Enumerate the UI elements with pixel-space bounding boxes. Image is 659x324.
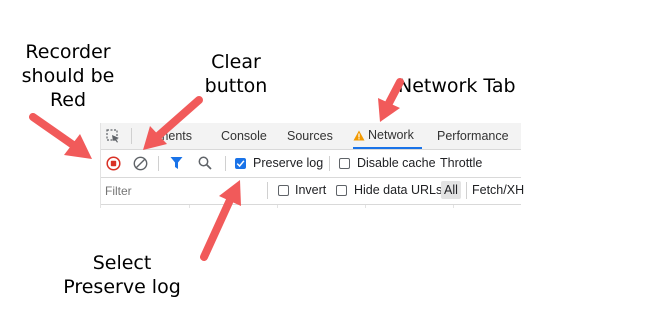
preserve-log-label[interactable]: Preserve log bbox=[253, 155, 323, 171]
annotation-network-tab: Network Tab bbox=[398, 75, 516, 97]
timeline-gridline bbox=[365, 205, 366, 208]
tab-network-label: Network bbox=[368, 128, 414, 142]
filter-divider-2 bbox=[466, 182, 467, 199]
tab-bar-divider bbox=[131, 128, 132, 144]
toolbar-divider-1 bbox=[158, 156, 159, 171]
devtools-tab-bar: ements Console Sources Network Performan… bbox=[101, 123, 521, 150]
recorder-arrow bbox=[29, 113, 92, 159]
tab-console[interactable]: Console bbox=[221, 123, 267, 149]
filter-all-button[interactable]: All bbox=[441, 181, 461, 199]
filter-input[interactable] bbox=[103, 182, 267, 199]
filter-bar: Invert Hide data URLs All Fetch/XH bbox=[101, 178, 524, 205]
tab-sources[interactable]: Sources bbox=[287, 123, 333, 149]
disable-cache-checkbox[interactable] bbox=[339, 158, 350, 169]
invert-label[interactable]: Invert bbox=[295, 182, 326, 198]
timeline-gridline bbox=[189, 205, 190, 208]
check-icon bbox=[236, 160, 245, 168]
hide-data-urls-checkbox[interactable] bbox=[336, 185, 347, 196]
tab-performance[interactable]: Performance bbox=[437, 123, 509, 149]
annotation-clear: Clear button bbox=[204, 51, 268, 97]
toolbar-divider-3 bbox=[329, 156, 330, 171]
annotation-recorder: Recorder should be Red bbox=[21, 41, 115, 111]
timeline-gridline bbox=[277, 205, 278, 208]
filter-fetch-xhr-button[interactable]: Fetch/XH bbox=[472, 182, 524, 198]
tab-network[interactable]: Network bbox=[353, 123, 422, 149]
warning-triangle-icon bbox=[353, 130, 365, 140]
hide-data-urls-label[interactable]: Hide data URLs bbox=[354, 182, 442, 198]
magnifier-icon[interactable] bbox=[197, 155, 213, 171]
invert-checkbox[interactable] bbox=[278, 185, 289, 196]
disable-cache-label[interactable]: Disable cache bbox=[357, 155, 436, 171]
funnel-icon[interactable] bbox=[168, 155, 184, 171]
tab-elements[interactable]: ements bbox=[151, 123, 192, 149]
annotation-preserve: Select Preserve log bbox=[63, 252, 181, 298]
preserve-log-checkbox[interactable] bbox=[235, 158, 246, 169]
network-toolbar: Preserve log Disable cache Throttle bbox=[101, 150, 521, 178]
timeline-gridline bbox=[453, 205, 454, 208]
record-stop-icon[interactable] bbox=[105, 155, 121, 171]
devtools-panel: ements Console Sources Network Performan… bbox=[100, 123, 524, 208]
clear-circle-icon[interactable] bbox=[132, 155, 148, 171]
toolbar-divider-2 bbox=[225, 156, 226, 171]
network-tab-arrow bbox=[378, 78, 404, 122]
inspect-element-icon[interactable] bbox=[105, 128, 121, 144]
filter-divider bbox=[267, 182, 268, 199]
throttle-dropdown[interactable]: Throttle bbox=[440, 155, 482, 171]
